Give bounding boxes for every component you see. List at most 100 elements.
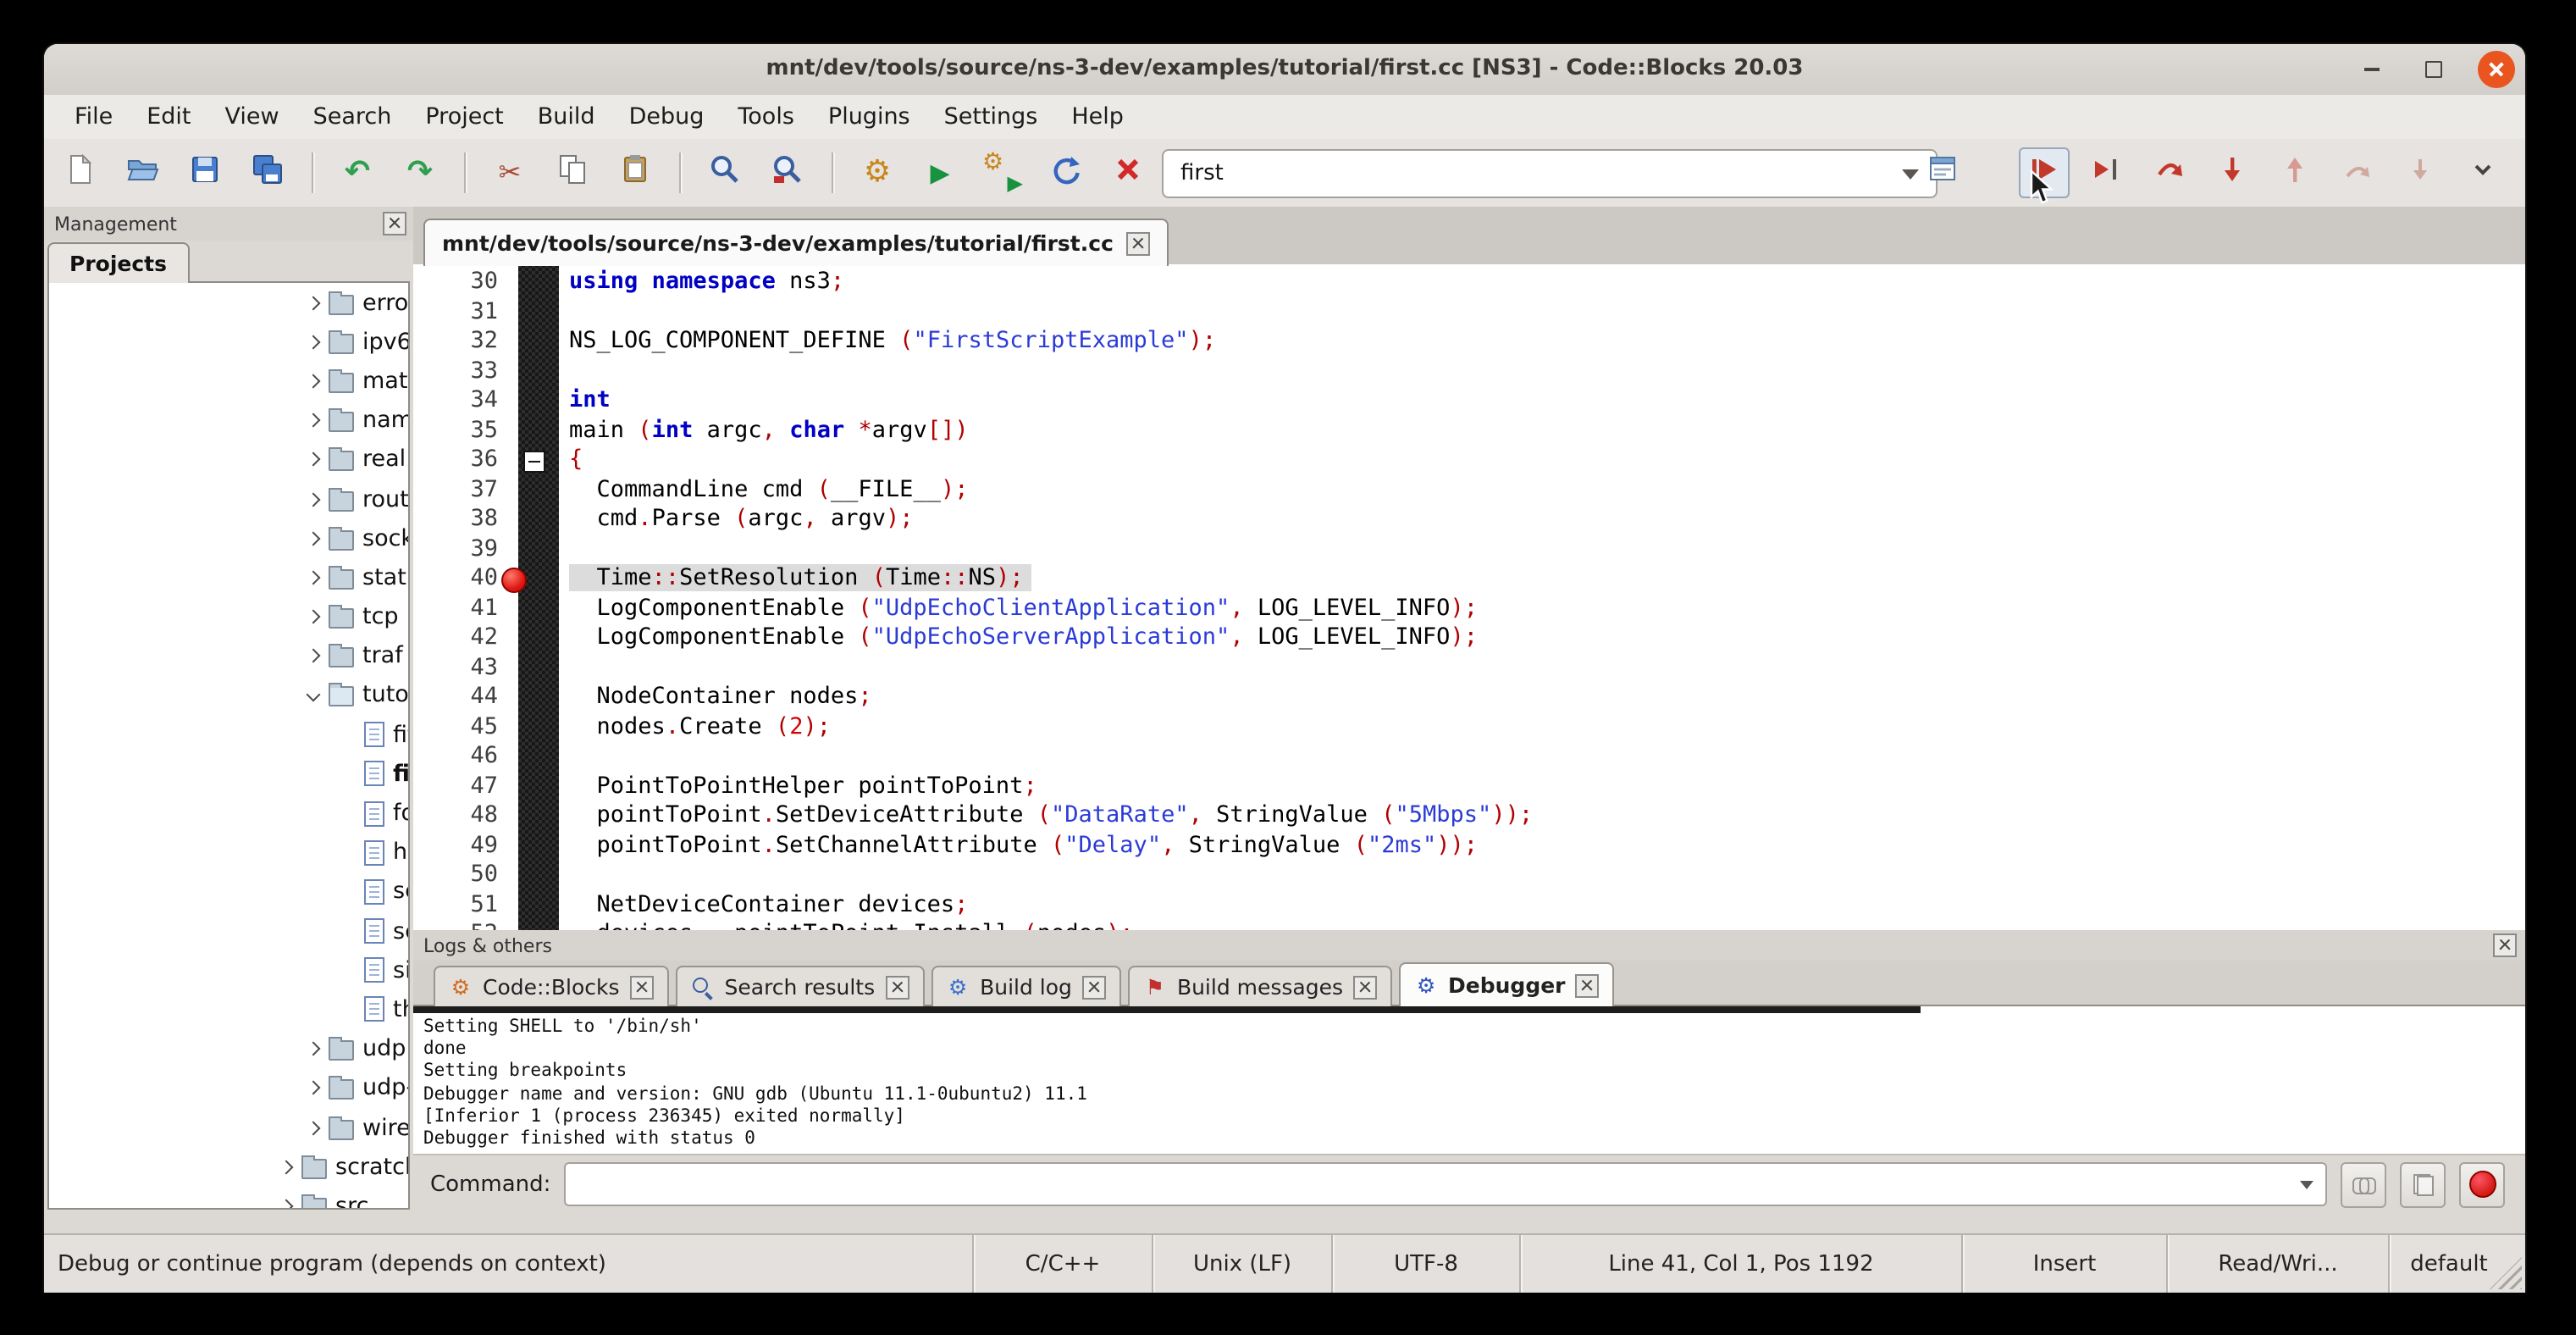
menu-settings[interactable]: Settings <box>927 95 1055 139</box>
debugger-log[interactable]: Setting SHELL to '/bin/sh'doneSetting br… <box>413 1005 2525 1167</box>
close-button[interactable] <box>2478 51 2515 88</box>
close-tab-icon[interactable] <box>1576 973 1600 997</box>
expand-icon[interactable] <box>303 489 323 509</box>
cut-button[interactable]: ✂ <box>484 147 535 198</box>
breakpoint-marker[interactable] <box>501 568 527 593</box>
expand-icon[interactable] <box>276 1156 296 1177</box>
step-into-instruction-button[interactable] <box>2395 147 2446 198</box>
command-combobox[interactable] <box>564 1162 2327 1206</box>
tree-item-fo[interactable]: fo <box>49 794 408 833</box>
tree-item-se[interactable]: se <box>49 872 408 911</box>
new-file-button[interactable] <box>54 147 105 198</box>
logs-tab-code-blocks[interactable]: Code::Blocks <box>434 966 669 1006</box>
editor-tab-first-cc[interactable]: mnt/dev/tools/source/ns-3-dev/examples/t… <box>423 219 1169 266</box>
code-editor[interactable]: 3031323334353637383940414243444546474849… <box>413 264 2525 930</box>
logs-tab-build-log[interactable]: Build log <box>931 966 1121 1006</box>
save-all-button[interactable] <box>242 147 293 198</box>
open-button[interactable] <box>117 147 168 198</box>
toolbar-overflow-button[interactable] <box>2457 147 2508 198</box>
expand-icon[interactable] <box>303 568 323 588</box>
run-to-cursor-button[interactable] <box>2081 147 2132 198</box>
tree-item-wire[interactable]: wire <box>49 1108 408 1147</box>
menu-file[interactable]: File <box>58 95 130 139</box>
menu-edit[interactable]: Edit <box>130 95 207 139</box>
redo-button[interactable]: ↷ <box>395 147 445 198</box>
run-button[interactable]: ▶ <box>915 147 965 198</box>
expand-icon[interactable] <box>303 1117 323 1138</box>
menu-project[interactable]: Project <box>408 95 520 139</box>
close-tab-icon[interactable] <box>1353 975 1377 999</box>
expand-icon[interactable] <box>303 528 323 548</box>
tree-item-mat[interactable]: mat <box>49 362 408 401</box>
tree-item-stat[interactable]: stat <box>49 558 408 597</box>
copy-button[interactable] <box>547 147 598 198</box>
project-tree[interactable]: erroipv6matnamrealroutsockstattcptraftut… <box>47 281 410 1210</box>
expand-icon[interactable] <box>303 410 323 430</box>
expand-icon[interactable] <box>303 332 323 352</box>
menu-debug[interactable]: Debug <box>612 95 721 139</box>
tree-item-udp[interactable]: udp <box>49 1029 408 1068</box>
target-options-button[interactable] <box>1917 147 1968 198</box>
expand-icon[interactable] <box>303 1078 323 1099</box>
expand-icon[interactable] <box>303 1039 323 1059</box>
expand-icon[interactable] <box>276 1196 296 1210</box>
menu-build[interactable]: Build <box>521 95 612 139</box>
tree-item-erro[interactable]: erro <box>49 283 408 322</box>
build-target-combobox[interactable]: first <box>1162 149 1938 198</box>
expand-icon[interactable] <box>303 450 323 470</box>
debugger-stop-button[interactable] <box>2459 1161 2505 1207</box>
tree-item-scratch[interactable]: scratch <box>49 1147 408 1186</box>
tree-item-udp-[interactable]: udp- <box>49 1069 408 1108</box>
find-in-files-button[interactable] <box>762 147 813 198</box>
find-button[interactable] <box>699 147 750 198</box>
close-tab-icon[interactable] <box>1127 231 1151 255</box>
tree-item-real[interactable]: real <box>49 440 408 479</box>
menu-help[interactable]: Help <box>1054 95 1141 139</box>
breakpoint-margin[interactable] <box>518 264 559 930</box>
tree-item-src[interactable]: src <box>49 1187 408 1210</box>
step-into-button[interactable] <box>2207 147 2258 198</box>
resize-grip[interactable] <box>2508 1235 2525 1293</box>
logs-tab-debugger[interactable]: Debugger <box>1399 962 1615 1006</box>
close-tab-icon[interactable] <box>630 975 654 999</box>
next-line-button[interactable] <box>2144 147 2195 198</box>
close-panel-icon[interactable] <box>383 212 406 235</box>
menu-plugins[interactable]: Plugins <box>811 95 927 139</box>
step-out-button[interactable] <box>2269 147 2320 198</box>
rebuild-button[interactable] <box>1040 147 1091 198</box>
paste-button[interactable] <box>610 147 661 198</box>
tree-item-ipv6[interactable]: ipv6 <box>49 322 408 361</box>
fold-marker[interactable] <box>523 451 545 473</box>
tree-item-sock[interactable]: sock <box>49 518 408 557</box>
tab-projects[interactable]: Projects <box>47 242 189 283</box>
logs-tab-search-results[interactable]: Search results <box>676 966 925 1006</box>
close-tab-icon[interactable] <box>885 975 909 999</box>
tree-item-se[interactable]: se <box>49 911 408 950</box>
tree-item-fif[interactable]: fif <box>49 715 408 754</box>
titlebar[interactable]: mnt/dev/tools/source/ns-3-dev/examples/t… <box>44 44 2525 97</box>
close-tab-icon[interactable] <box>1082 975 1106 999</box>
tree-item-he[interactable]: he <box>49 833 408 872</box>
expand-icon[interactable] <box>303 646 323 667</box>
command-copy-button[interactable] <box>2400 1161 2446 1207</box>
close-logs-icon[interactable] <box>2493 933 2517 957</box>
command-link-button[interactable] <box>2341 1161 2386 1207</box>
expand-icon[interactable] <box>303 292 323 313</box>
tree-item-tuto[interactable]: tuto <box>49 676 408 715</box>
save-button[interactable] <box>180 147 230 198</box>
tree-item-tcp[interactable]: tcp <box>49 597 408 636</box>
next-instruction-button[interactable] <box>2332 147 2383 198</box>
tree-item-nam[interactable]: nam <box>49 401 408 440</box>
expand-icon[interactable] <box>303 371 323 391</box>
collapse-icon[interactable] <box>303 685 323 706</box>
command-dropdown-button[interactable] <box>2288 1164 2325 1205</box>
tree-item-th[interactable]: th <box>49 990 408 1029</box>
build-and-run-button[interactable]: ⚙▶ <box>977 147 1028 198</box>
abort-build-button[interactable] <box>1103 147 1153 198</box>
expand-icon[interactable] <box>303 607 323 627</box>
minimize-button[interactable] <box>2352 51 2390 88</box>
logs-tab-build-messages[interactable]: Build messages <box>1128 966 1392 1006</box>
maximize-button[interactable] <box>2415 51 2452 88</box>
tree-item-six[interactable]: six <box>49 950 408 989</box>
build-button[interactable]: ⚙ <box>852 147 903 198</box>
